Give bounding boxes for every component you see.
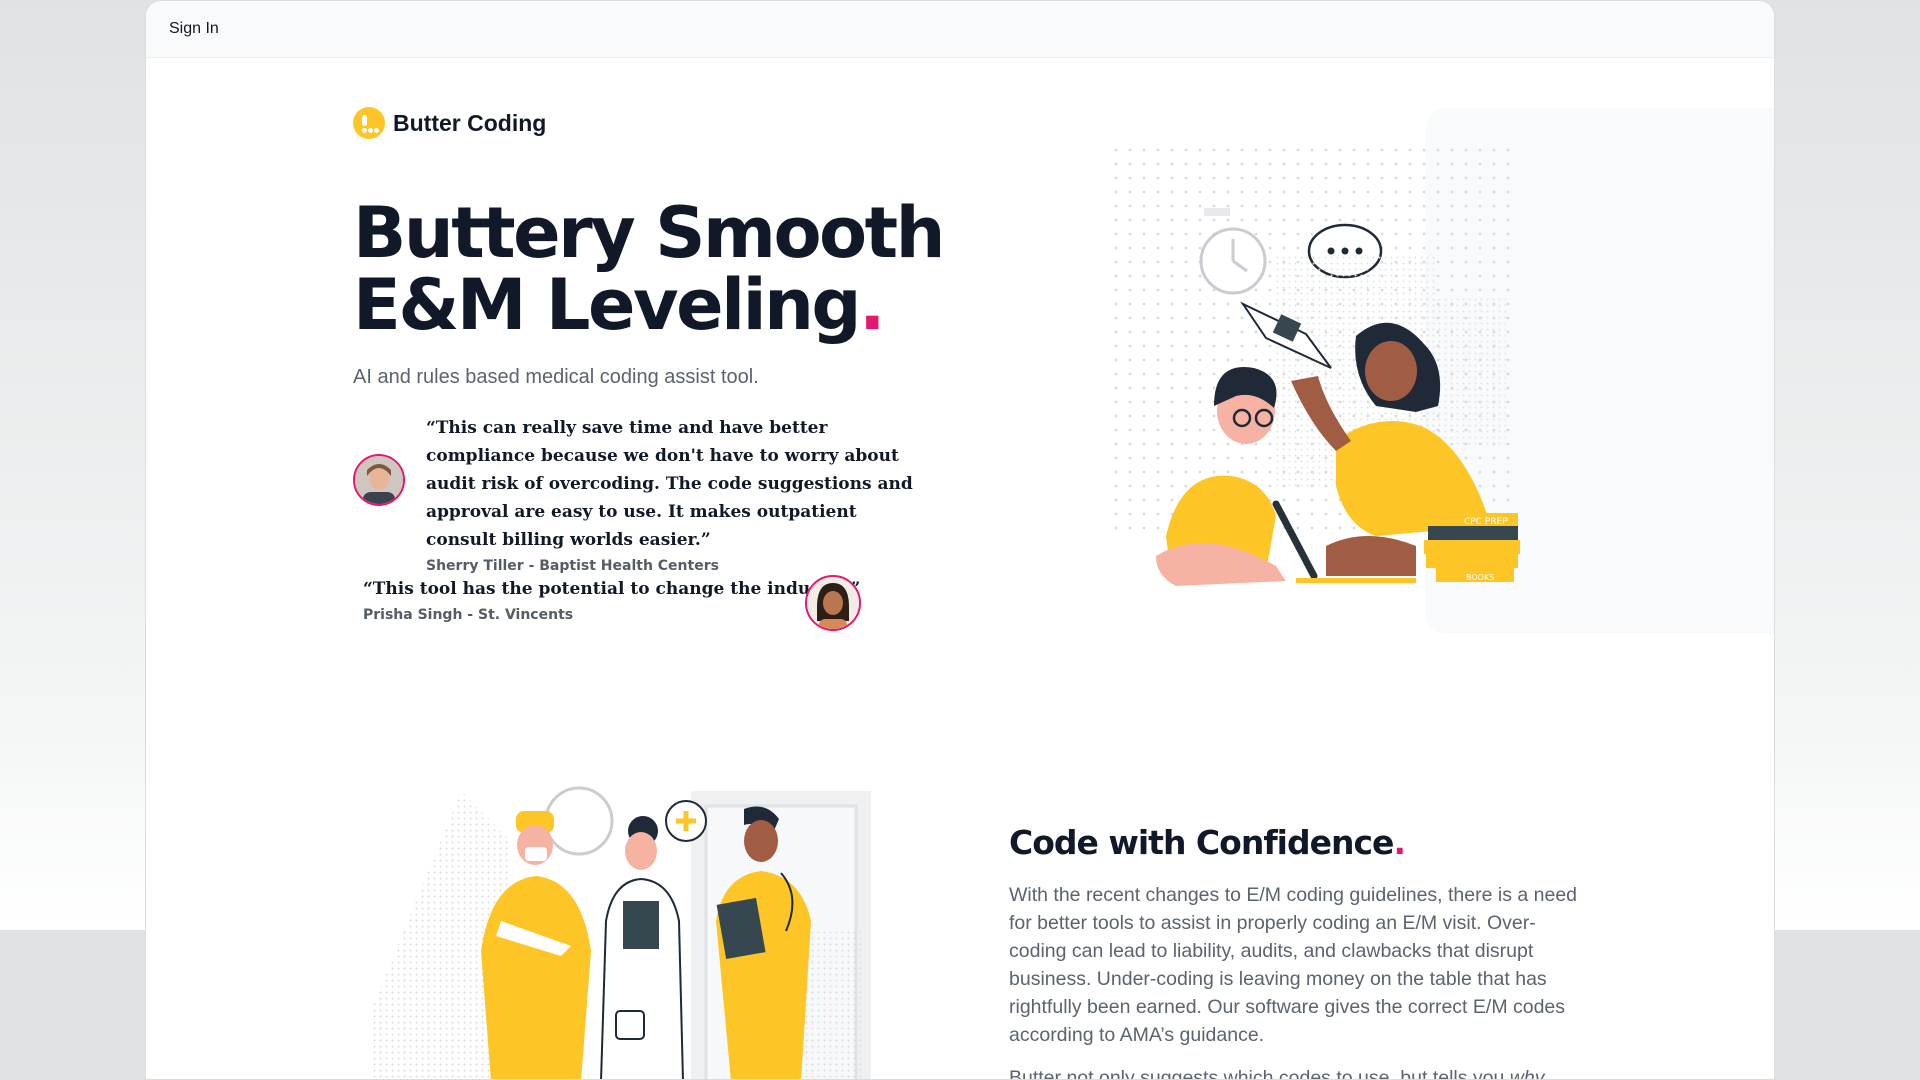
hero-title: Buttery Smooth E&M Leveling. xyxy=(353,197,945,341)
testimonial-author: Prisha Singh - St. Vincents xyxy=(363,607,574,623)
testimonial-2: “This tool has the potential to change t… xyxy=(363,575,863,635)
browser-frame: Sign In Butter Coding Buttery Smooth E&M… xyxy=(145,0,1775,1080)
testimonial-author: Sherry Tiller - Baptist Health Centers xyxy=(426,558,719,574)
avatar-prisha-singh xyxy=(805,575,861,631)
doctor-figure xyxy=(600,816,684,1079)
medical-cross-bubble-icon xyxy=(665,800,707,842)
hero-title-line1: Buttery Smooth xyxy=(353,192,945,274)
testimonial-1: “This can really save time and have bett… xyxy=(353,414,913,574)
wall-clock-icon xyxy=(544,786,614,856)
section-title: Code with Confidence. xyxy=(1009,823,1406,862)
section-title-text: Code with Confidence xyxy=(1009,823,1394,862)
avatar-sherry-tiller xyxy=(353,454,405,506)
hero-title-dot: . xyxy=(859,264,886,346)
section-title-dot: . xyxy=(1393,823,1406,862)
person-avatar-icon xyxy=(807,577,859,629)
hero-title-line2: E&M Leveling xyxy=(353,264,862,346)
section-body-2-text: Butter not only suggests which codes to … xyxy=(1009,1067,1510,1080)
doctors-illustration xyxy=(371,786,871,1079)
butter-logo-icon xyxy=(353,107,385,139)
hero-illustration: CPC PREP BOOKS xyxy=(1106,108,1774,634)
sign-in-link[interactable]: Sign In xyxy=(169,20,219,38)
person-avatar-icon xyxy=(355,456,403,504)
testimonial-quote: “This tool has the potential to change t… xyxy=(363,579,861,599)
section-body-2-emphasis: why xyxy=(1509,1067,1545,1080)
top-bar: Sign In xyxy=(146,1,1774,58)
brand-logo[interactable]: Butter Coding xyxy=(353,107,546,139)
section-body: With the recent changes to E/M coding gu… xyxy=(1009,884,1578,1046)
book-label: CPC PREP xyxy=(1464,517,1508,527)
brand-name: Butter Coding xyxy=(393,109,547,136)
testimonial-quote: “This can really save time and have bett… xyxy=(426,418,913,550)
section-body-2: Butter not only suggests which codes to … xyxy=(1009,1064,1579,1080)
book-label: BOOKS xyxy=(1466,573,1494,582)
hero-subtitle: AI and rules based medical coding assist… xyxy=(353,366,759,388)
stack-of-books-icon: CPC PREP BOOKS xyxy=(1424,513,1520,582)
